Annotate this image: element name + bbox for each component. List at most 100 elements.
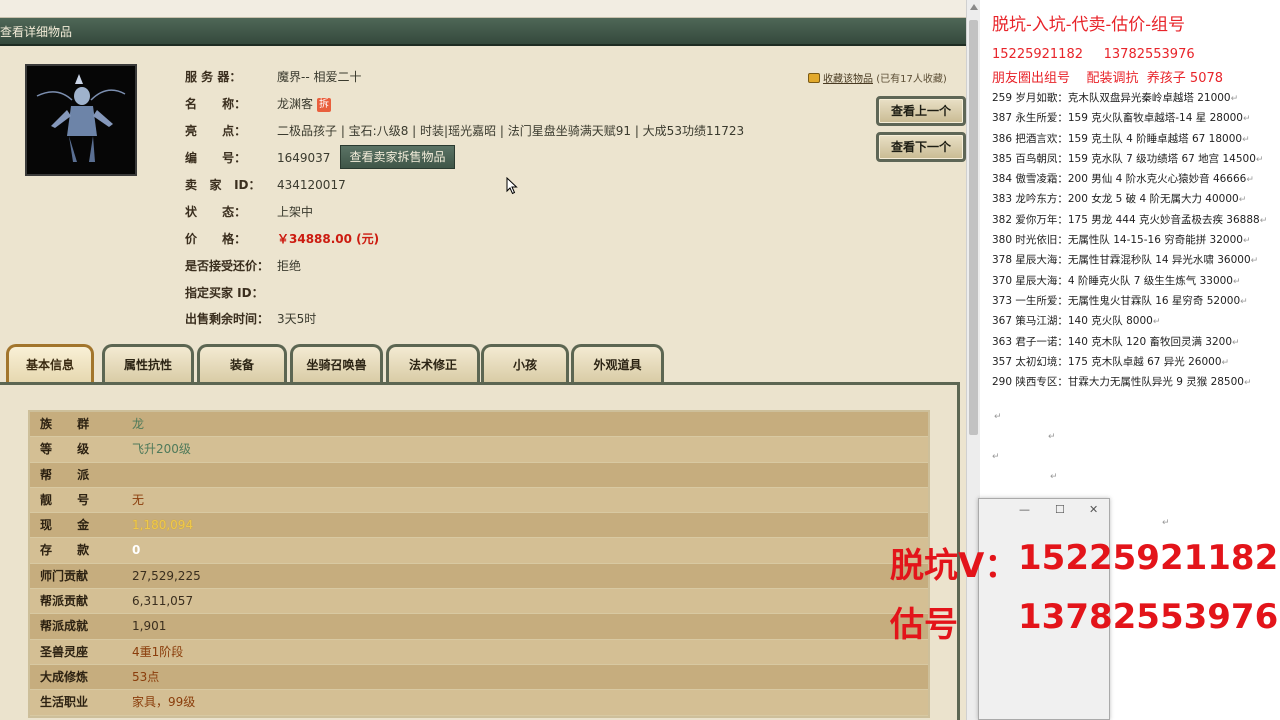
- highlights-value: 二极品孩子 | 宝石:八级8 | 时装|瑶光嘉昭 | 法门星盘坐骑满天赋91 |…: [277, 124, 745, 138]
- character-figure-icon: [27, 66, 135, 174]
- list-item: 367 策马江湖：140 克火队 8000↵: [992, 311, 1280, 331]
- overlay-appraisal-number: 13782553976: [1018, 597, 1279, 637]
- attr-label: 靓 号: [40, 492, 90, 507]
- paragraph-mark-icon: ↵: [1230, 94, 1239, 104]
- table-row: 族 群龙: [30, 412, 928, 438]
- tab-mounts-summons[interactable]: 坐骑召唤兽: [290, 344, 383, 382]
- tab-attributes[interactable]: 属性抗性: [102, 344, 194, 382]
- paragraph-mark-icon: ↵: [1255, 154, 1264, 165]
- attr-value: 27,529,225: [132, 568, 201, 583]
- attr-value: 4重1阶段: [132, 644, 184, 659]
- attr-value: 53点: [132, 669, 160, 684]
- listing-text: 290 陕西专区：甘霖大力无属性队异光 9 灵猴 28500: [992, 376, 1244, 389]
- attr-label: 帮派成就: [40, 619, 89, 634]
- scroll-up-arrow-icon[interactable]: [970, 4, 978, 10]
- attr-label: 帮 派: [40, 467, 90, 482]
- listing-text: 370 星辰大海：4 阶睡克火队 7 级生生炼气 33000: [992, 274, 1233, 287]
- table-row: 生活职业 家具，99级: [30, 690, 928, 716]
- list-item: 378 星辰大海：无属性甘霖混秒队 14 异光水啸 36000↵: [992, 250, 1280, 270]
- attr-value: 1,901: [132, 619, 167, 634]
- paragraph-mark-icon: ↵: [1162, 518, 1170, 528]
- view-seller-items-button[interactable]: 查看卖家拆售物品: [340, 145, 455, 169]
- info-label: 名 称：: [185, 97, 247, 111]
- listing-text: 383 龙吟东方：200 女龙 5 破 4 阶无属大力 40000: [992, 193, 1239, 206]
- attr-label: 存 款: [40, 543, 90, 558]
- attr-label: 大成修炼: [40, 669, 89, 684]
- paragraph-mark-icon: ↵: [1048, 432, 1056, 442]
- collect-item-text[interactable]: 收藏该物品: [823, 74, 873, 85]
- attr-label: 等 级: [40, 442, 90, 457]
- listing-text: 386 把酒言欢：159 克土队 4 阶睡卓越塔 67 18000: [992, 132, 1243, 145]
- tab-strip: 基本信息 属性抗性 装备 坐骑召唤兽 法术修正 小孩 外观道具: [4, 344, 664, 384]
- paragraph-mark-icon: ↵: [1238, 195, 1247, 206]
- tab-basic-info[interactable]: 基本信息: [6, 344, 94, 382]
- server-value: 魔界-- 相爱二十: [277, 70, 362, 84]
- table-row: 等 级 飞升200级: [30, 437, 928, 463]
- table-row: 圣兽灵座 4重1阶段: [30, 639, 928, 665]
- tab-appearance-items[interactable]: 外观道具: [571, 344, 664, 382]
- price-value: ￥34888.00 (元): [277, 232, 380, 246]
- notes-phones: 15225921182 13782553976: [992, 47, 1195, 62]
- character-portrait: [25, 64, 137, 176]
- info-label: 服 务 器：: [185, 70, 242, 84]
- listing-list: 259 岁月如歌：克木队双盘异光秦岭卓越塔 21000↵ 387 永生所爱：15…: [992, 88, 1280, 392]
- list-item: 373 一生所爱：无属性鬼火甘霖队 16 星穷奇 52000↵: [992, 291, 1280, 311]
- window-title: 查看详细物品: [0, 25, 73, 39]
- listing-text: 380 时光依旧：无属性队 14-15-16 穷奇能拼 32000: [992, 234, 1243, 247]
- list-item: 380 时光依旧：无属性队 14-15-16 穷奇能拼 32000↵: [992, 230, 1280, 250]
- attr-label: 帮派贡献: [40, 594, 89, 609]
- list-item: 259 岁月如歌：克木队双盘异光秦岭卓越塔 21000↵: [992, 88, 1280, 108]
- table-row: 大成修炼 53点: [30, 664, 928, 691]
- close-icon[interactable]: ✕: [1089, 503, 1098, 516]
- minimize-icon[interactable]: —: [1019, 503, 1030, 516]
- paragraph-mark-icon: ↵: [992, 452, 1000, 462]
- next-item-button[interactable]: 查看下一个: [876, 132, 966, 162]
- attr-label: 圣兽灵座: [40, 644, 89, 659]
- maximize-icon[interactable]: ☐: [1055, 503, 1065, 516]
- attr-label: 现 金: [40, 518, 90, 533]
- paragraph-mark-icon: ↵: [994, 412, 1002, 422]
- list-item: 357 太初幻境：175 克木队卓越 67 异光 26000↵: [992, 352, 1280, 372]
- listing-text: 387 永生所爱：159 克火队畜牧卓越塔-14 星 28000: [992, 112, 1243, 125]
- listing-text: 363 君子一诺：140 克木队 120 畜牧回灵满 3200: [992, 335, 1233, 348]
- collect-count: (已有17人收藏): [876, 74, 947, 85]
- attr-value: 飞升200级: [132, 442, 191, 457]
- game-window: 查看详细物品 服 务 器： 魔界-- 相爱二十 名 称： 龙渊客拆 亮 点： 二…: [0, 0, 966, 720]
- list-item: 387 永生所爱：159 克火队畜牧卓越塔-14 星 28000↵: [992, 108, 1280, 128]
- attr-label: 族 群: [40, 417, 90, 431]
- paragraph-mark-icon: ↵: [1242, 114, 1251, 125]
- list-item: 363 君子一诺：140 克木队 120 畜牧回灵满 3200↵: [992, 332, 1280, 352]
- table-row: 帮派贡献 6,311,057: [30, 589, 928, 615]
- paragraph-mark-icon: ↵: [1242, 236, 1251, 247]
- seller-id-value: 434120017: [277, 178, 346, 192]
- table-row: 帮 派: [30, 462, 928, 488]
- tab-equipment[interactable]: 装备: [197, 344, 287, 382]
- attr-label: 师门贡献: [40, 568, 89, 583]
- info-label: 编 号：: [185, 151, 247, 165]
- info-label: 出售剩余时间：: [185, 312, 270, 326]
- notes-title: 脱坑-入坑-代卖-估价-组号: [992, 15, 1185, 35]
- status-value: 上架中: [277, 205, 314, 219]
- collect-item-link[interactable]: 收藏该物品 (已有17人收藏): [808, 70, 947, 85]
- attr-value: 龙: [132, 417, 145, 431]
- window-titlebar: 查看详细物品: [0, 18, 966, 46]
- attr-value: 无: [132, 492, 145, 507]
- table-row: 帮派成就 1,901: [30, 614, 928, 640]
- mouse-cursor-icon: [506, 177, 518, 195]
- attr-value: 家具，99级: [132, 695, 196, 710]
- attr-value: 6,311,057: [132, 594, 194, 609]
- list-item: 370 星辰大海：4 阶睡克火队 7 级生生炼气 33000↵: [992, 271, 1280, 291]
- listing-text: 367 策马江湖：140 克火队 8000: [992, 315, 1153, 328]
- tab-spell-correction[interactable]: 法术修正: [386, 344, 480, 382]
- table-row: 师门贡献 27,529,225: [30, 563, 928, 590]
- tab-children[interactable]: 小孩: [481, 344, 569, 382]
- paragraph-mark-icon: ↵: [1259, 215, 1268, 226]
- character-name: 龙渊客: [277, 97, 314, 111]
- paragraph-mark-icon: ↵: [1243, 378, 1252, 389]
- remaining-time-value: 3天5时: [277, 312, 317, 326]
- scrollbar-thumb[interactable]: [969, 20, 978, 435]
- attr-value: 0: [132, 543, 141, 558]
- info-label: 卖 家 ID：: [185, 178, 261, 192]
- prev-item-button[interactable]: 查看上一个: [876, 96, 966, 126]
- favorite-icon: [808, 73, 820, 83]
